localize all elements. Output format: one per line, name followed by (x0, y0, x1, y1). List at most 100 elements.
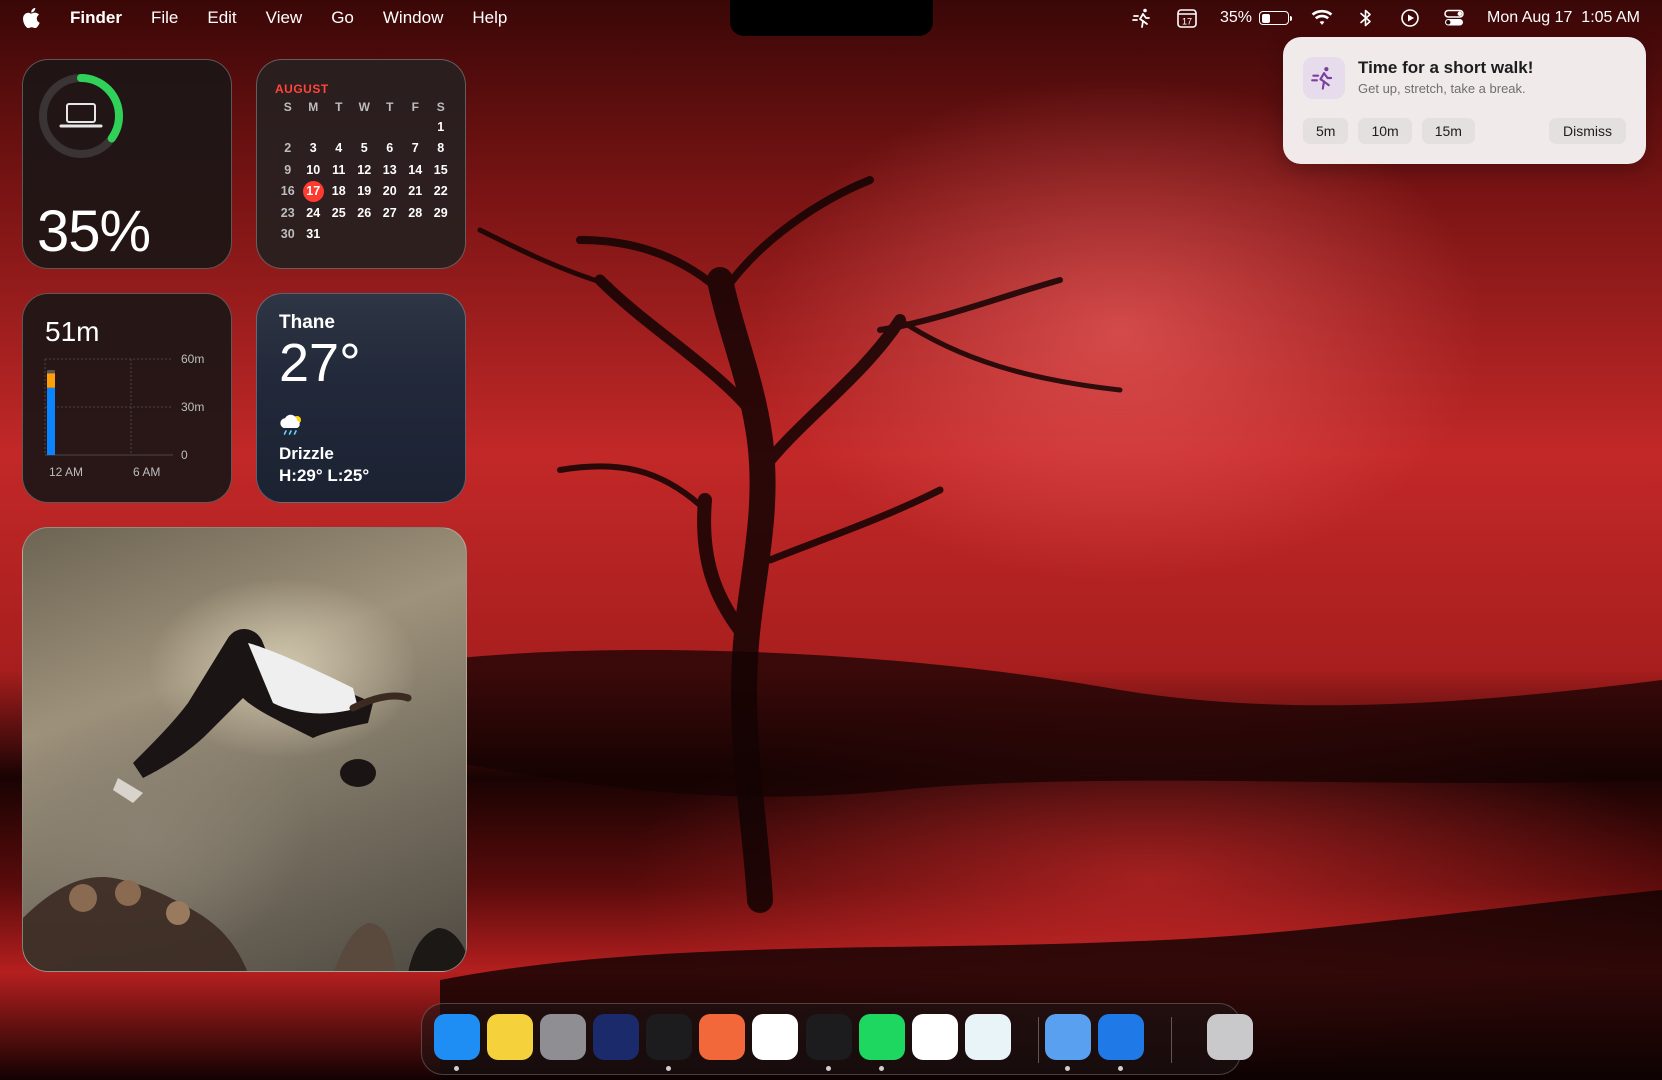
calendar-today: 17 (301, 181, 327, 202)
dock-xcode-icon[interactable] (1098, 1014, 1144, 1060)
calendar-empty-cell (275, 118, 301, 136)
menu-file[interactable]: File (151, 8, 178, 28)
photo-artwork (23, 628, 466, 971)
calendar-day: 10 (306, 162, 321, 177)
calendar-day: 16 (280, 184, 295, 198)
calendar-day: 15 (433, 162, 448, 177)
menu-edit[interactable]: Edit (207, 8, 236, 28)
dock-finder-alt-icon[interactable] (593, 1014, 639, 1060)
calendar-day: 8 (437, 141, 445, 155)
screen-time-xtick-6am: 6 AM (133, 465, 160, 479)
calendar-day: 30 (280, 227, 295, 241)
battery-ring (39, 74, 123, 158)
calendar-day: 2 (284, 141, 292, 155)
calendar-day: 24 (306, 205, 321, 220)
screen-time-chart: 60m 30m 0 12 AM 6 AM (44, 352, 204, 479)
screen-time-ytick-60: 60m (181, 352, 204, 366)
menu-help[interactable]: Help (472, 8, 507, 28)
calendar-day: 14 (408, 162, 423, 177)
dismiss-button[interactable]: Dismiss (1549, 118, 1626, 144)
dock-running-indicator (1065, 1066, 1070, 1071)
wifi-icon[interactable] (1311, 7, 1333, 29)
weather-high-low: H:29° L:25° (279, 466, 370, 485)
dock-running-indicator (454, 1066, 459, 1071)
calendar-day: 13 (382, 162, 397, 177)
now-playing-icon[interactable] (1399, 7, 1421, 29)
menu-go[interactable]: Go (331, 8, 354, 28)
calendar-weekday: T (386, 100, 394, 114)
calendar-weekday: W (358, 100, 370, 114)
battery-status[interactable]: 35% (1219, 9, 1292, 27)
calendar-grid: S M T W T F S 1 2 3 4 5 6 7 8 9 10 11 12 13 14 15 16 17 18 19 20 21… (275, 100, 449, 243)
dock-lens-app-icon[interactable] (965, 1014, 1011, 1060)
calendar-weekday: T (335, 100, 343, 114)
dock-disk-utility-icon[interactable] (1045, 1014, 1091, 1060)
calendar-day: 6 (386, 141, 394, 155)
calendar-weekday: F (411, 100, 419, 114)
calendar-day: 18 (331, 184, 346, 198)
menu-view[interactable]: View (266, 8, 303, 28)
calendar-day: 19 (357, 184, 372, 198)
photo-widget[interactable] (22, 527, 467, 972)
dock-notes-icon[interactable] (487, 1014, 533, 1060)
menu-bar-left: Finder File Edit View Go Window Help (22, 8, 536, 28)
dock-trash-icon[interactable] (1207, 1014, 1253, 1060)
dock-notion-icon[interactable] (912, 1014, 958, 1060)
calendar-day: 3 (309, 141, 317, 155)
control-center-icon[interactable] (1443, 7, 1465, 29)
snooze-5m-button[interactable]: 5m (1303, 118, 1349, 144)
walk-app-icon (1303, 57, 1345, 99)
calendar-widget[interactable]: AUGUST S M T W T F S 1 2 3 4 5 6 7 8 9 10 11 12 13 14 15 16 17 1… (256, 59, 466, 269)
calendar-day: 4 (335, 141, 343, 155)
calendar-empty-cell (326, 118, 352, 136)
calendar-menu-icon[interactable]: 17 (1176, 7, 1198, 29)
walk-reminder-icon[interactable] (1132, 7, 1154, 29)
weather-widget[interactable]: Thane 27° Drizzle H:29° L:25° (256, 293, 466, 503)
menu-bar-right: 17 35% Mon Aug 17 1:05 AM (1132, 0, 1640, 36)
calendar-day: 27 (382, 205, 397, 220)
walk-reminder-notification[interactable]: Time for a short walk! Get up, stretch, … (1283, 37, 1646, 164)
camera-notch (730, 0, 933, 36)
calendar-menu-day: 17 (1182, 17, 1192, 27)
calendar-empty-cell (377, 118, 403, 136)
calendar-weekday: S (436, 100, 445, 114)
menu-window[interactable]: Window (383, 8, 443, 28)
calendar-day: 1 (437, 119, 445, 134)
weather-temperature: 27° (279, 333, 361, 393)
dock-running-indicator (666, 1066, 671, 1071)
dock-screen-capture-icon[interactable] (646, 1014, 692, 1060)
calendar-weekday: S (283, 100, 292, 114)
dock-running-indicator (826, 1066, 831, 1071)
battery-fill (1261, 13, 1271, 23)
calendar-empty-cell (301, 118, 327, 136)
calendar-day: 7 (411, 141, 419, 155)
menu-clock[interactable]: Mon Aug 17 1:05 AM (1487, 9, 1640, 27)
calendar-day: 20 (382, 184, 397, 198)
calendar-day: 23 (280, 205, 295, 220)
weather-city: Thane (279, 312, 335, 333)
battery-percent-label: 35% (1219, 9, 1252, 26)
bluetooth-icon[interactable] (1355, 7, 1377, 29)
apple-logo-icon[interactable] (22, 8, 40, 28)
dock-finder-icon[interactable] (434, 1014, 480, 1060)
notification-title: Time for a short walk! (1358, 58, 1534, 77)
dock-zed-icon[interactable] (806, 1014, 852, 1060)
calendar-day: 29 (433, 205, 448, 220)
screen-time-ytick-0: 0 (181, 448, 188, 462)
screen-time-widget[interactable]: 51m 60m 30m 0 12 AM 6 AM (22, 293, 232, 503)
screen-time-ytick-30: 30m (181, 400, 204, 414)
dock-running-indicator (879, 1066, 884, 1071)
menu-app-name[interactable]: Finder (70, 8, 122, 28)
snooze-10m-button[interactable]: 10m (1358, 118, 1412, 144)
dock-pen-app-icon[interactable] (699, 1014, 745, 1060)
calendar-weekday: M (308, 100, 319, 114)
screen-time-xtick-12am: 12 AM (49, 465, 83, 479)
battery-widget[interactable]: 35% (22, 59, 232, 269)
calendar-day: 22 (433, 184, 448, 198)
snooze-15m-button[interactable]: 15m (1421, 118, 1475, 144)
dock-spotify-icon[interactable] (859, 1014, 905, 1060)
dock-system-settings-icon[interactable] (540, 1014, 586, 1060)
calendar-day: 12 (357, 162, 372, 177)
battery-icon (1259, 11, 1292, 25)
dock-vscode-icon[interactable] (752, 1014, 798, 1060)
